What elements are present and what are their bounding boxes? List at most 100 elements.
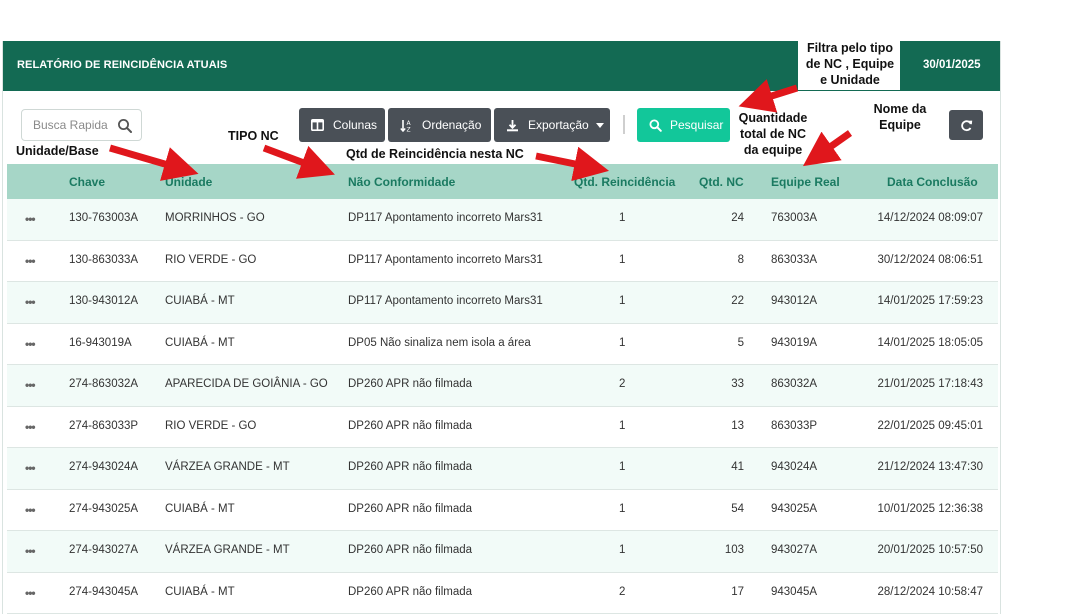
row-actions-icon[interactable]: ••• (25, 295, 36, 309)
table-row[interactable]: ••• 16-943019A CUIABÁ - MT DP05 Não sinaliz… (7, 323, 998, 365)
cell-qtd-nc: 13 (731, 419, 744, 432)
cell-equipe-real: 943025A (771, 502, 818, 515)
cell-unidade: MORRINHOS - GO (165, 212, 265, 224)
cell-chave: 274-863032A (69, 378, 139, 390)
cell-chave: 274-863033P (69, 419, 139, 432)
cell-nao-conformidade: DP117 Apontamento incorreto Mars31 (348, 253, 543, 266)
column-header-chave[interactable]: Chave (69, 175, 105, 189)
cell-unidade: VÁRZEA GRANDE - MT (165, 544, 290, 556)
sort-label: Ordenação (422, 118, 482, 132)
cell-qtd-reincidencia: 1 (619, 419, 626, 432)
cell-chave: 274-943045A (69, 585, 139, 598)
toolbar-divider (623, 115, 625, 134)
row-actions-icon[interactable]: ••• (25, 461, 36, 475)
row-actions-icon[interactable]: ••• (25, 503, 36, 517)
table-row[interactable]: ••• 274-863032A APARECIDA DE GOIÂNIA - GO D… (7, 365, 998, 407)
column-header-data-conclusao[interactable]: Data Conclusão (887, 175, 978, 189)
column-header-qtd-nc[interactable]: Qtd. NC (699, 175, 744, 189)
annotation-filter-line: e Unidade (820, 73, 880, 87)
columns-icon (311, 119, 324, 131)
table-row[interactable]: ••• 130-763003A MORRINHOS - GO DP117 Aponta… (7, 199, 998, 241)
cell-qtd-nc: 5 (737, 336, 744, 349)
cell-equipe-real: 763003A (771, 212, 818, 224)
refresh-button[interactable] (949, 110, 983, 140)
search-button[interactable]: Pesquisar (637, 108, 730, 142)
cell-data-conclusao: 21/12/2024 13:47:30 (877, 461, 983, 473)
cell-chave: 130-943012A (69, 295, 139, 307)
cell-unidade: CUIABÁ - MT (165, 295, 235, 307)
cell-data-conclusao: 10/01/2025 12:36:38 (877, 502, 983, 515)
annotation-qtd-reincidencia: Qtd de Reincidência nesta NC (346, 147, 524, 161)
export-label: Exportação (528, 118, 589, 132)
cell-unidade: RIO VERDE - GO (165, 253, 257, 266)
cell-data-conclusao: 22/01/2025 09:45:01 (877, 419, 983, 432)
table-row[interactable]: ••• 274-943027A VÁRZEA GRANDE - MT DP260 AP… (7, 531, 998, 573)
cell-nao-conformidade: DP117 Apontamento incorreto Mars31 (348, 295, 543, 307)
column-header-nao-conformidade[interactable]: Não Conformidade (348, 175, 455, 189)
cell-chave: 274-943025A (69, 502, 139, 515)
cell-unidade: CUIABÁ - MT (165, 585, 235, 598)
cell-qtd-nc: 8 (737, 253, 744, 266)
report-panel: RELATÓRIO DE REINCIDÊNCIA ATUAIS 30/01/2… (2, 41, 1001, 614)
column-header-unidade[interactable]: Unidade (165, 175, 212, 189)
search-button-label: Pesquisar (670, 118, 724, 132)
export-dropdown-button[interactable]: Exportação (494, 108, 610, 142)
quick-search-input[interactable] (22, 110, 114, 140)
cell-equipe-real: 943027A (771, 544, 818, 556)
annotation-filter-line: Filtra pelo tipo (806, 41, 894, 55)
cell-data-conclusao: 20/01/2025 10:57:50 (877, 544, 983, 556)
table-row[interactable]: ••• 274-943024A VÁRZEA GRANDE - MT DP260 AP… (7, 448, 998, 490)
cell-equipe-real: 943024A (771, 461, 818, 473)
cell-chave: 130-763003A (69, 212, 139, 224)
columns-button[interactable]: Colunas (299, 108, 385, 142)
cell-qtd-nc: 33 (731, 378, 744, 390)
cell-nao-conformidade: DP260 APR não filmada (348, 502, 473, 515)
cell-chave: 274-943027A (69, 544, 139, 556)
svg-text:Z: Z (407, 126, 411, 132)
table-row[interactable]: ••• 274-943025A CUIABÁ - MT DP260 APR não f… (7, 489, 998, 531)
cell-unidade: APARECIDA DE GOIÂNIA - GO (165, 378, 328, 390)
column-header-equipe-real[interactable]: Equipe Real (771, 175, 840, 189)
cell-unidade: CUIABÁ - MT (165, 502, 235, 515)
table-row[interactable]: ••• 274-943045A CUIABÁ - MT DP260 APR não f… (7, 572, 998, 614)
columns-label: Colunas (333, 118, 378, 132)
row-actions-icon[interactable]: ••• (25, 337, 36, 351)
cell-qtd-reincidencia: 1 (619, 212, 626, 224)
cell-qtd-nc: 54 (731, 502, 744, 515)
cell-unidade: RIO VERDE - GO (165, 419, 257, 432)
annotation-total-nc: Quantidade total de NC da equipe (734, 110, 812, 158)
column-header-qtd-reincidencia[interactable]: Qtd. Reincidência (574, 175, 675, 189)
table-row[interactable]: ••• 130-863033A RIO VERDE - GO DP117 Aponta… (7, 240, 998, 282)
download-icon (507, 119, 518, 131)
annotation-team-name-line: Equipe (879, 118, 921, 132)
table-header: Chave Unidade Não Conformidade Qtd. Rein… (7, 164, 998, 199)
cell-equipe-real: 943012A (771, 295, 818, 307)
cell-qtd-nc: 41 (731, 461, 744, 473)
annotation-filter: Filtra pelo tipo de NC , Equipe e Unidad… (803, 40, 897, 88)
cell-nao-conformidade: DP117 Apontamento incorreto Mars31 (348, 212, 543, 224)
cell-data-conclusao: 21/01/2025 17:18:43 (877, 378, 983, 390)
annotation-total-nc-line: da equipe (743, 143, 803, 157)
row-actions-icon[interactable]: ••• (25, 212, 36, 226)
row-actions-icon[interactable]: ••• (25, 586, 36, 600)
table-row[interactable]: ••• 274-863033P RIO VERDE - GO DP260 APR nã… (7, 406, 998, 448)
row-actions-icon[interactable]: ••• (25, 544, 36, 558)
sort-icon: AZ (400, 119, 412, 132)
row-actions-icon[interactable]: ••• (25, 378, 36, 392)
cell-qtd-reincidencia: 2 (619, 378, 626, 390)
cell-equipe-real: 943045A (771, 585, 818, 598)
cell-data-conclusao: 30/12/2024 08:06:51 (877, 253, 983, 266)
cell-qtd-reincidencia: 1 (619, 336, 626, 349)
row-actions-icon[interactable]: ••• (25, 420, 36, 434)
search-icon[interactable] (117, 118, 133, 134)
cell-data-conclusao: 14/12/2024 08:09:07 (877, 212, 983, 224)
sort-button[interactable]: AZ Ordenação (388, 108, 491, 142)
cell-qtd-reincidencia: 1 (619, 461, 626, 473)
table-row[interactable]: ••• 130-943012A CUIABÁ - MT DP117 Apontamen… (7, 282, 998, 324)
cell-qtd-reincidencia: 1 (619, 295, 626, 307)
row-actions-icon[interactable]: ••• (25, 254, 36, 268)
quick-search-box (21, 109, 142, 141)
cell-nao-conformidade: DP260 APR não filmada (348, 585, 473, 598)
cell-chave: 130-863033A (69, 253, 139, 266)
page: RELATÓRIO DE REINCIDÊNCIA ATUAIS 30/01/2… (0, 0, 1081, 614)
